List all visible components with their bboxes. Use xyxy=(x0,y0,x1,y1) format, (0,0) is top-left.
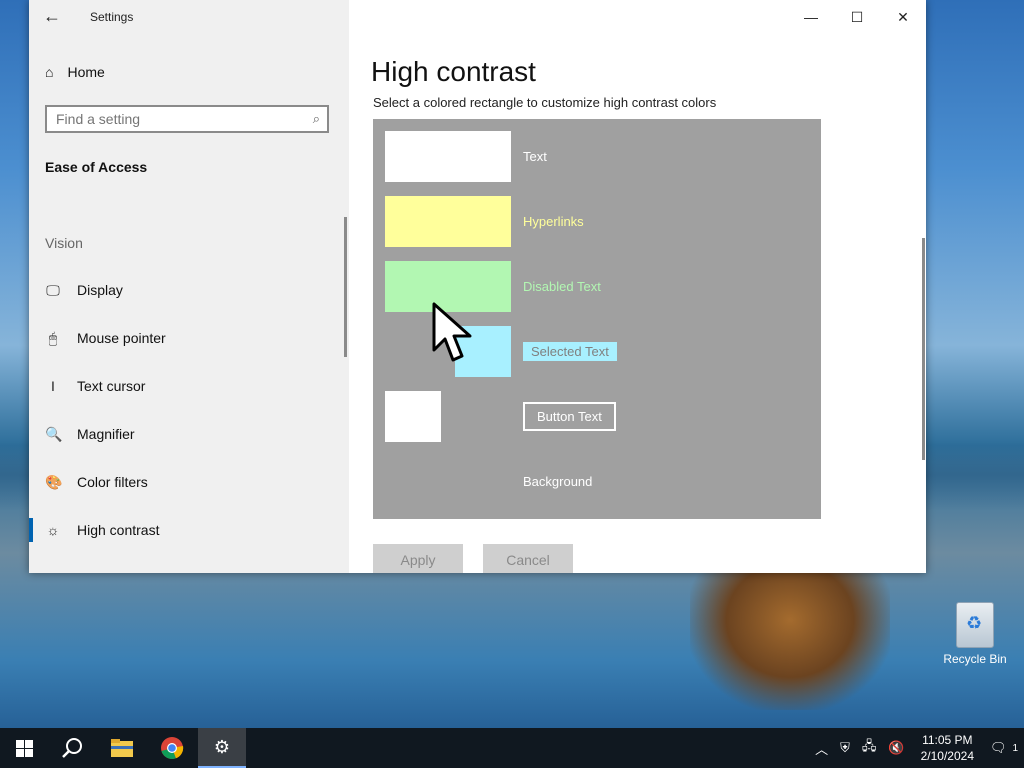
sidebar-item-label: Color filters xyxy=(77,474,148,490)
hyperlinks-label: Hyperlinks xyxy=(523,214,584,229)
window-controls: — ☐ ✕ xyxy=(788,0,926,34)
close-button[interactable]: ✕ xyxy=(880,0,926,34)
selected-text-label: Selected Text xyxy=(523,342,617,361)
search-icon xyxy=(62,738,82,758)
page-title: High contrast xyxy=(371,56,536,87)
arrow-left-icon: ← xyxy=(43,6,61,26)
sidebar-item-magnifier[interactable]: 🔍 Magnifier xyxy=(29,410,345,458)
text-label: Text xyxy=(523,149,547,164)
button-text-label: Button Text xyxy=(523,402,616,431)
notification-count: 1 xyxy=(1012,742,1019,754)
chrome-button[interactable] xyxy=(148,728,196,768)
maximize-button[interactable]: ☐ xyxy=(834,0,880,34)
apply-button[interactable]: Apply xyxy=(373,544,463,573)
sidebar-item-label: Display xyxy=(77,282,123,298)
desktop-rock xyxy=(690,560,890,710)
windows-logo-icon xyxy=(15,739,33,757)
sidebar-item-mouse-pointer[interactable]: 🖱 Mouse pointer xyxy=(29,314,345,362)
group-label-vision: Vision xyxy=(45,235,83,251)
maximize-icon: ☐ xyxy=(850,8,864,25)
title-bar: ← Settings xyxy=(29,0,349,34)
app-title: Settings xyxy=(90,10,134,24)
taskbar-search-button[interactable] xyxy=(48,728,96,768)
taskbar: ⚙ ︿ ⛨ 🖧 🔇 11:05 PM 2/10/2024 🗨 1 xyxy=(0,728,1024,768)
sidebar-item-home[interactable]: ⌂ Home xyxy=(45,64,105,80)
sidebar-item-label: Magnifier xyxy=(77,426,135,442)
magnifier-icon: 🔍 xyxy=(45,425,63,442)
background-label: Background xyxy=(523,474,593,489)
sidebar-item-label: Mouse pointer xyxy=(77,330,166,346)
text-cursor-icon: I xyxy=(51,378,55,394)
sidebar-scrollbar[interactable] xyxy=(344,217,347,357)
chevron-up-icon[interactable]: ︿ xyxy=(809,739,834,758)
mouse-cursor-icon xyxy=(432,302,472,362)
text-color-swatch[interactable] xyxy=(385,131,511,182)
recycle-bin-icon xyxy=(956,602,994,648)
sidebar-item-label: Text cursor xyxy=(77,378,146,394)
recycle-bin-label: Recycle Bin xyxy=(943,652,1007,666)
monitor-icon: 🖵 xyxy=(46,281,60,298)
clock-time: 11:05 PM xyxy=(922,733,973,747)
sidebar-item-display[interactable]: 🖵 Display xyxy=(29,266,345,314)
close-icon: ✕ xyxy=(897,8,909,25)
content-scrollbar[interactable] xyxy=(922,238,925,460)
clock-date: 2/10/2024 xyxy=(920,749,974,763)
settings-taskbar-button[interactable]: ⚙ xyxy=(198,728,246,768)
volume-muted-icon[interactable]: 🔇 xyxy=(882,740,910,756)
disabled-text-label: Disabled Text xyxy=(523,279,601,294)
start-button[interactable] xyxy=(0,728,48,768)
sidebar-item-high-contrast[interactable]: ☼ High contrast xyxy=(29,506,345,554)
minimize-button[interactable]: — xyxy=(788,0,834,34)
cancel-button[interactable]: Cancel xyxy=(483,544,573,573)
folder-icon xyxy=(111,739,133,757)
settings-window: ← Settings ⌂ Home ⌕ Ease of Access Visio… xyxy=(29,0,926,573)
back-button[interactable]: ← xyxy=(43,6,61,27)
sidebar-item-color-filters[interactable]: 🎨 Color filters xyxy=(29,458,345,506)
search-box: ⌕ xyxy=(45,105,329,133)
gear-icon: ⚙ xyxy=(213,736,231,757)
minimize-icon: — xyxy=(804,9,818,25)
recycle-bin[interactable]: Recycle Bin xyxy=(940,602,1010,666)
button-text-color-swatch[interactable] xyxy=(385,391,441,442)
sidebar: ← Settings ⌂ Home ⌕ Ease of Access Visio… xyxy=(29,0,349,573)
content-pane: — ☐ ✕ High contrast Select a colored rec… xyxy=(349,0,926,573)
search-input[interactable] xyxy=(47,107,305,131)
chrome-icon xyxy=(161,737,184,760)
home-icon: ⌂ xyxy=(45,64,54,80)
hyperlinks-color-swatch[interactable] xyxy=(385,196,511,247)
network-icon[interactable]: 🖧 xyxy=(856,737,883,759)
sidebar-item-label: High contrast xyxy=(77,522,160,538)
sidebar-item-text-cursor[interactable]: I Text cursor xyxy=(29,362,345,410)
palette-icon: 🎨 xyxy=(45,473,63,490)
page-subtitle: Select a colored rectangle to customize … xyxy=(373,95,717,110)
file-explorer-button[interactable] xyxy=(98,728,146,768)
mouse-pointer-icon: 🖱 xyxy=(48,329,58,346)
section-title: Ease of Access xyxy=(45,159,148,175)
security-icon[interactable]: ⛨ xyxy=(834,740,856,756)
sun-icon: ☼ xyxy=(46,522,60,538)
search-icon[interactable]: ⌕ xyxy=(313,111,320,127)
notification-center-button[interactable]: 🗨 1 xyxy=(984,728,1024,768)
sidebar-nav: 🖵 Display 🖱 Mouse pointer I Text cursor … xyxy=(29,266,345,554)
system-tray: ︿ ⛨ 🖧 🔇 11:05 PM 2/10/2024 🗨 1 xyxy=(809,728,1024,768)
home-label: Home xyxy=(67,64,105,80)
clock[interactable]: 11:05 PM 2/10/2024 xyxy=(911,732,984,764)
